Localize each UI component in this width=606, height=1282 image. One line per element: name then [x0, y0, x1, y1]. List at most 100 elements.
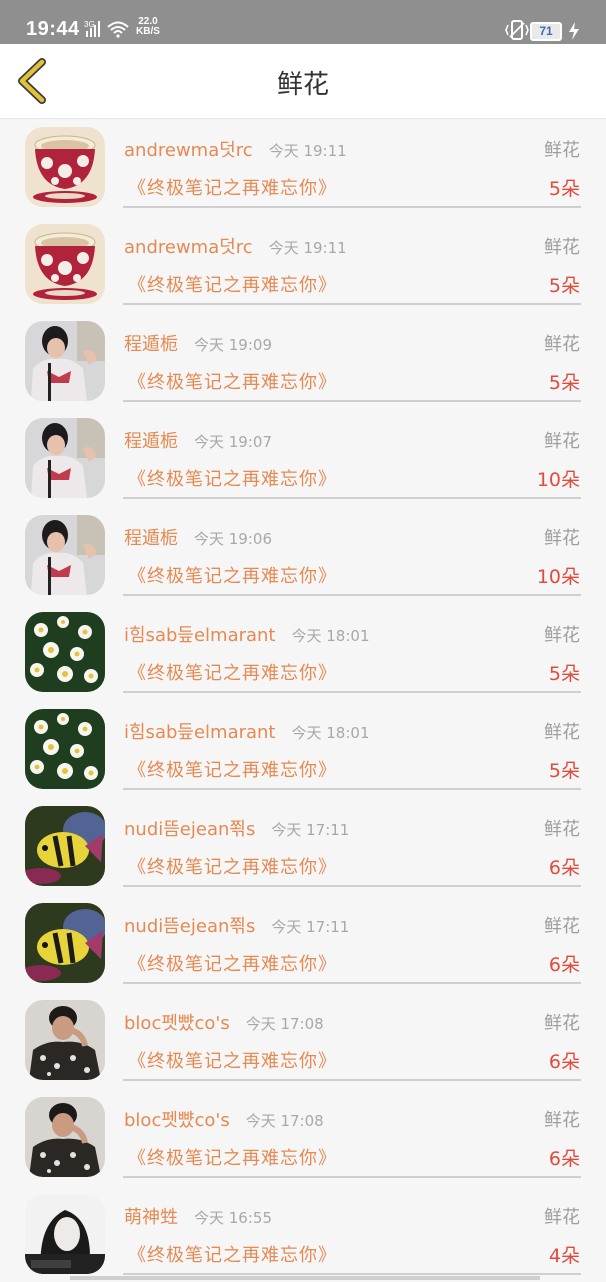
- gift-time: 今天 17:08: [245, 1015, 324, 1033]
- gift-time: 今天 19:11: [268, 239, 347, 257]
- gift-time: 今天 17:11: [271, 821, 350, 839]
- gift-list: andrewma덧rc 今天 19:11 鲜花 《终极笔记之再难忘你》 5朵 an…: [0, 118, 606, 1282]
- gift-quantity: 5朵: [548, 178, 580, 200]
- sender-name: andrewma덧rc 今天 19:11: [124, 136, 347, 162]
- row-divider: [123, 788, 581, 790]
- app-header: 鲜花: [0, 44, 606, 119]
- gift-quantity: 6朵: [548, 1148, 580, 1170]
- avatar-boy-jacket-icon[interactable]: [25, 515, 105, 595]
- book-title: 《终极笔记之再难忘你》: [128, 760, 337, 781]
- gift-time: 今天 19:06: [194, 530, 272, 548]
- gift-time: 今天 17:08: [245, 1112, 324, 1130]
- row-divider: [123, 1273, 581, 1275]
- gift-row[interactable]: andrewma덧rc 今天 19:11 鲜花 《终极笔记之再难忘你》 5朵: [0, 118, 606, 215]
- gift-quantity: 6朵: [548, 954, 580, 976]
- sender-name: nudi뜸ejean쬒s 今天 17:11: [124, 912, 349, 938]
- sender-name-text: andrewma덧rc: [124, 140, 253, 161]
- avatar-daisies-icon[interactable]: [25, 612, 105, 692]
- gift-time: 今天 18:01: [291, 724, 370, 742]
- status-time: 19:44: [26, 18, 80, 40]
- sender-name: bloc펫뺬co's 今天 17:08: [124, 1009, 324, 1035]
- sender-name: 程遁栀 今天 19:07: [124, 427, 272, 453]
- network-speed: 22.0 KB/S: [136, 17, 160, 37]
- gift-time: 今天 16:55: [194, 1209, 272, 1227]
- sender-name-text: i힘sab듶elmarant: [124, 722, 276, 743]
- book-title: 《终极笔记之再难忘你》: [128, 954, 337, 975]
- sender-name-text: bloc펫뺬co's: [124, 1110, 230, 1131]
- book-title: 《终极笔记之再难忘你》: [128, 1245, 337, 1266]
- avatar-man-shirt-icon[interactable]: [25, 1000, 105, 1080]
- gift-row[interactable]: i힘sab듶elmarant 今天 18:01 鲜花 《终极笔记之再难忘你》 5朵: [0, 700, 606, 797]
- sender-name-text: 程遁栀: [124, 528, 178, 549]
- charging-icon: [569, 22, 579, 40]
- avatar-boy-jacket-icon[interactable]: [25, 321, 105, 401]
- sender-name: bloc펫뺬co's 今天 17:08: [124, 1106, 324, 1132]
- avatar-boy-jacket-icon[interactable]: [25, 418, 105, 498]
- svg-text:3G: 3G: [84, 20, 95, 29]
- gift-quantity: 10朵: [536, 469, 580, 491]
- gift-type: 鲜花: [544, 1110, 580, 1131]
- gift-row[interactable]: nudi뜸ejean쬒s 今天 17:11 鲜花 《终极笔记之再难忘你》 6朵: [0, 894, 606, 991]
- gift-type: 鲜花: [544, 1207, 580, 1228]
- gift-quantity: 5朵: [548, 372, 580, 394]
- sender-name: i힘sab듶elmarant 今天 18:01: [124, 621, 370, 647]
- gift-time: 今天 19:11: [268, 142, 347, 160]
- gift-row[interactable]: 程遁栀 今天 19:06 鲜花 《终极笔记之再难忘你》 10朵: [0, 506, 606, 603]
- sender-name: nudi뜸ejean쬒s 今天 17:11: [124, 815, 349, 841]
- row-divider: [123, 885, 581, 887]
- status-bar: 19:44 3G 22.0 KB/S 71: [0, 0, 606, 44]
- avatar-cup-icon[interactable]: [25, 127, 105, 207]
- gift-time: 今天 19:09: [194, 336, 272, 354]
- book-title: 《终极笔记之再难忘你》: [128, 469, 337, 490]
- sender-name-text: nudi뜸ejean쬒s: [124, 819, 256, 840]
- book-title: 《终极笔记之再难忘你》: [128, 275, 337, 296]
- book-title: 《终极笔记之再难忘你》: [128, 857, 337, 878]
- row-divider: [123, 691, 581, 693]
- gift-row[interactable]: bloc펫뺬co's 今天 17:08 鲜花 《终极笔记之再难忘你》 6朵: [0, 991, 606, 1088]
- avatar-fish-icon[interactable]: [25, 903, 105, 983]
- avatar-cup-icon[interactable]: [25, 224, 105, 304]
- row-divider: [123, 1079, 581, 1081]
- gift-type: 鲜花: [544, 819, 580, 840]
- avatar-fish-icon[interactable]: [25, 806, 105, 886]
- gift-row[interactable]: 萌神甡 今天 16:55 鲜花 《终极笔记之再难忘你》 4朵: [0, 1185, 606, 1282]
- sender-name-text: 程遁栀: [124, 431, 178, 452]
- gift-type: 鲜花: [544, 1013, 580, 1034]
- gift-row[interactable]: 程遁栀 今天 19:07 鲜花 《终极笔记之再难忘你》 10朵: [0, 409, 606, 506]
- book-title: 《终极笔记之再难忘你》: [128, 566, 337, 587]
- sender-name: i힘sab듶elmarant 今天 18:01: [124, 718, 370, 744]
- gift-row[interactable]: nudi뜸ejean쬒s 今天 17:11 鲜花 《终极笔记之再难忘你》 6朵: [0, 797, 606, 894]
- row-divider: [123, 206, 581, 208]
- avatar-daisies-icon[interactable]: [25, 709, 105, 789]
- gift-row[interactable]: 程遁栀 今天 19:09 鲜花 《终极笔记之再难忘你》 5朵: [0, 312, 606, 409]
- sender-name: 萌神甡 今天 16:55: [124, 1203, 272, 1229]
- row-divider: [123, 594, 581, 596]
- gift-type: 鲜花: [544, 528, 580, 549]
- row-divider: [123, 497, 581, 499]
- page-title: 鲜花: [276, 70, 329, 100]
- book-title: 《终极笔记之再难忘你》: [128, 663, 337, 684]
- row-divider: [123, 982, 581, 984]
- sender-name-text: bloc펫뺬co's: [124, 1013, 230, 1034]
- book-title: 《终极笔记之再难忘你》: [128, 178, 337, 199]
- book-title: 《终极笔记之再难忘你》: [128, 1148, 337, 1169]
- sender-name: 程遁栀 今天 19:06: [124, 524, 272, 550]
- scroll-indicator: [70, 1276, 540, 1280]
- gift-time: 今天 19:07: [194, 433, 272, 451]
- book-title: 《终极笔记之再难忘你》: [128, 1051, 337, 1072]
- gift-quantity: 5朵: [548, 663, 580, 685]
- gift-row[interactable]: bloc펫뺬co's 今天 17:08 鲜花 《终极笔记之再难忘你》 6朵: [0, 1088, 606, 1185]
- gift-row[interactable]: andrewma덧rc 今天 19:11 鲜花 《终极笔记之再难忘你》 5朵: [0, 215, 606, 312]
- avatar-man-shirt-icon[interactable]: [25, 1097, 105, 1177]
- battery-indicator: 71: [530, 22, 562, 41]
- network-speed-unit: KB/S: [136, 26, 160, 37]
- gift-type: 鲜花: [544, 916, 580, 937]
- row-divider: [123, 400, 581, 402]
- book-title: 《终极笔记之再难忘你》: [128, 372, 337, 393]
- gift-quantity: 10朵: [536, 566, 580, 588]
- sender-name: 程遁栀 今天 19:09: [124, 330, 272, 356]
- sender-name-text: 程遁栀: [124, 334, 178, 355]
- gift-row[interactable]: i힘sab듶elmarant 今天 18:01 鲜花 《终极笔记之再难忘你》 5朵: [0, 603, 606, 700]
- avatar-girl-portrait-icon[interactable]: [25, 1194, 105, 1274]
- sender-name: andrewma덧rc 今天 19:11: [124, 233, 347, 259]
